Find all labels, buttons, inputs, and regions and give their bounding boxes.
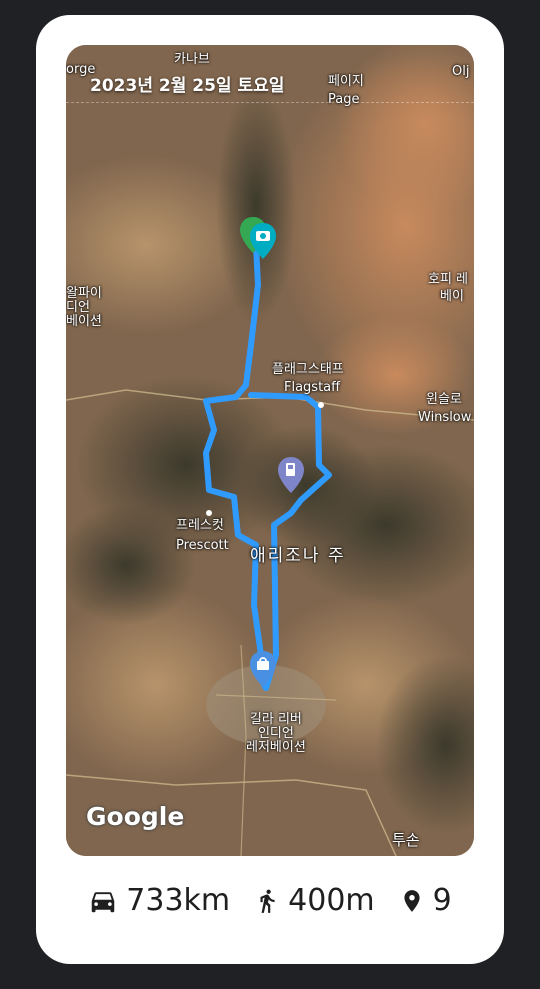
places-count-value: 9 — [432, 883, 452, 918]
place-hopi-ko: 호피 레 — [428, 272, 469, 287]
place-prescott-ko: 프레스컷 — [176, 518, 224, 533]
trip-date: 2023년 2월 25일 토요일 — [90, 76, 285, 96]
place-tucson-ko: 투손 — [392, 831, 420, 849]
places-count-stat: 9 — [399, 883, 452, 918]
camera-pin-icon[interactable] — [248, 221, 278, 261]
walk-distance-stat: 400m — [254, 883, 375, 918]
place-gorge: orge — [66, 62, 96, 77]
place-hopi-ko2: 베이 — [440, 289, 464, 304]
place-winslow-ko: 윈슬로 — [426, 392, 462, 407]
place-flagstaff-en: Flagstaff — [284, 380, 341, 395]
place-page-en: Page — [328, 92, 360, 107]
gas-station-pin-icon[interactable] — [276, 455, 306, 495]
place-winslow-en: Winslow — [418, 410, 472, 425]
drive-distance-stat: 733km — [88, 883, 230, 918]
walk-distance-value: 400m — [288, 883, 375, 918]
drive-distance-value: 733km — [126, 883, 231, 918]
place-prescott-en: Prescott — [176, 538, 229, 553]
location-pin-icon — [404, 889, 420, 912]
place-kanab-ko: 카나브 — [174, 52, 210, 67]
shopping-pin-icon[interactable] — [248, 649, 278, 689]
place-flagstaff-ko: 플래그스태프 — [272, 362, 344, 377]
date-divider — [66, 102, 474, 103]
trip-card: 2023년 2월 25일 토요일 카나브 orge 페이지 Page Olj 호… — [36, 15, 504, 964]
place-gila-ko: 길라 리버 인디언 레저베이션 — [246, 712, 306, 755]
place-page-ko: 페이지 — [328, 74, 364, 89]
place-oljato: Olj — [452, 64, 470, 79]
car-icon — [92, 891, 115, 912]
google-logo: Google — [86, 802, 185, 831]
place-hualapai-ko: 왈파이 디언 베이션 — [66, 286, 102, 329]
route-map[interactable]: 2023년 2월 25일 토요일 카나브 orge 페이지 Page Olj 호… — [66, 45, 474, 856]
state-label: 애리조나 주 — [250, 546, 346, 566]
walking-icon — [260, 889, 275, 913]
trip-stats: 733km 400m 9 — [36, 883, 504, 918]
